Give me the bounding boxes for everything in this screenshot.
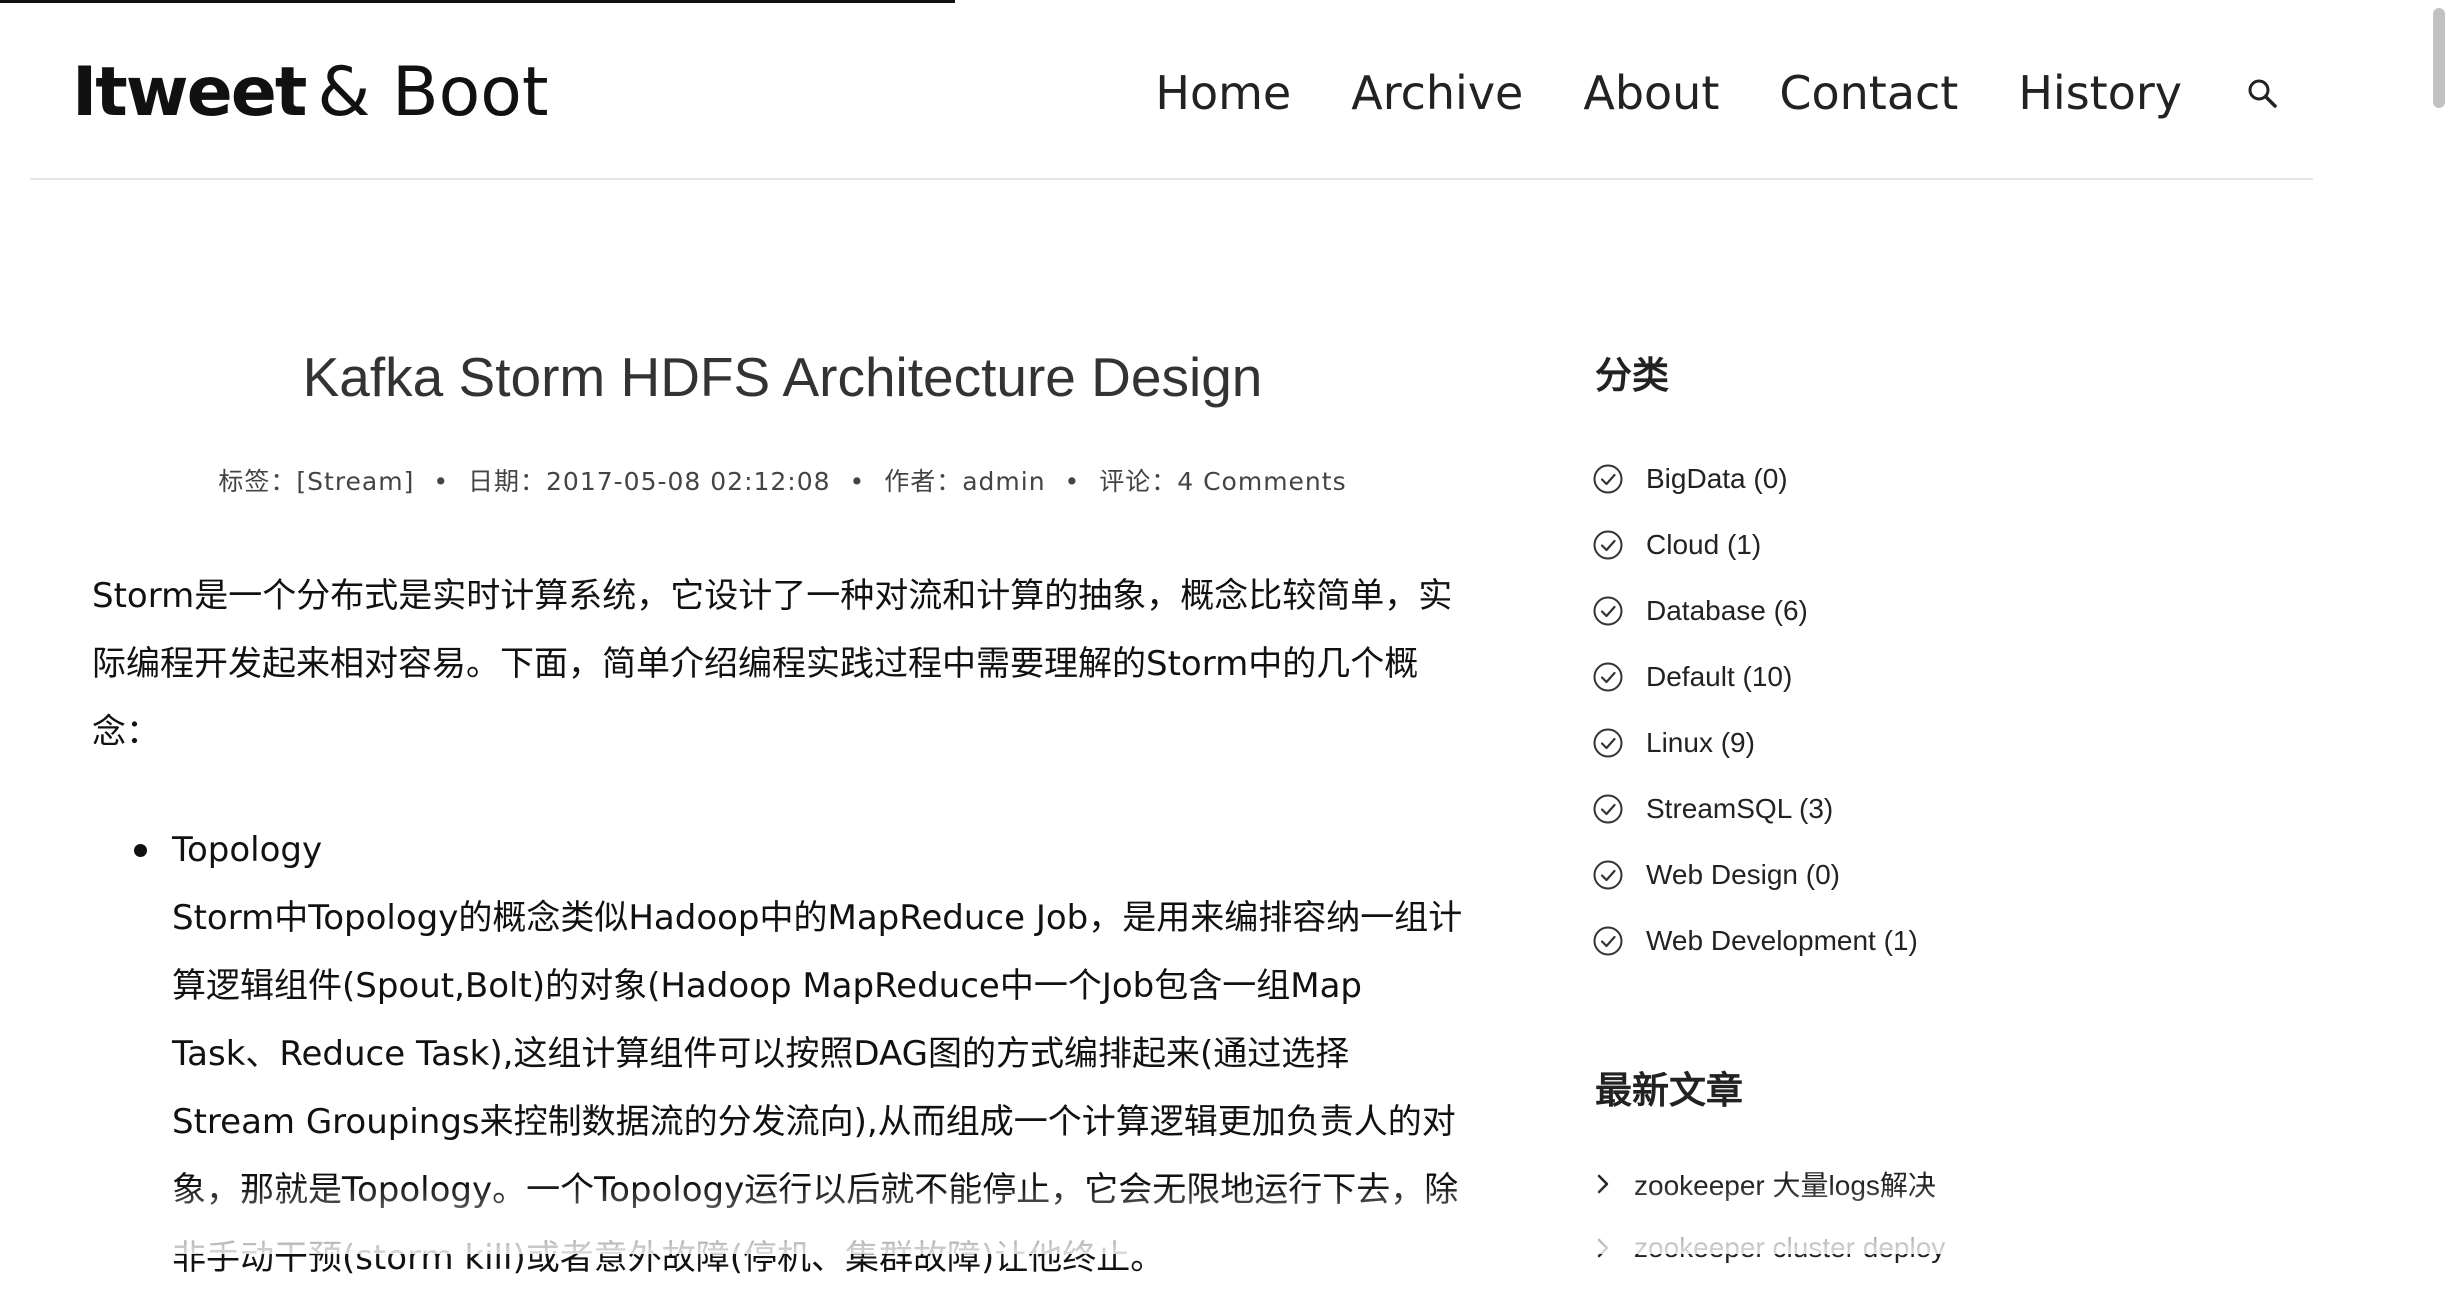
nav-home[interactable]: Home (1155, 66, 1291, 120)
meta-date-value: 2017-05-08 02:12:08 (546, 467, 831, 496)
category-item[interactable]: Default (10) (1592, 644, 1918, 710)
category-label[interactable]: Cloud (1) (1646, 529, 1761, 561)
category-item[interactable]: Web Design (0) (1592, 842, 1918, 908)
site-title-rest[interactable]: & Boot (317, 53, 548, 132)
check-circle-icon (1593, 860, 1623, 890)
meta-comments-label: 评论： (1099, 467, 1178, 496)
post-content: Storm是一个分布式是实时计算系统，它设计了一种对流和计算的抽象，概念比较简单… (92, 562, 1467, 1292)
post-intro-paragraph: Storm是一个分布式是实时计算系统，它设计了一种对流和计算的抽象，概念比较简单… (92, 576, 1453, 752)
page-scrollbar[interactable] (2428, 0, 2450, 1254)
recent-posts-widget-title: 最新文章 (1595, 1068, 1743, 1112)
category-label[interactable]: BigData (0) (1646, 463, 1788, 495)
recent-post-link[interactable]: zookeeper cluster deploy (1634, 1232, 1945, 1264)
chevron-right-icon (1597, 1238, 1609, 1258)
chevron-right-icon (1597, 1174, 1609, 1194)
category-item[interactable]: Database (6) (1592, 578, 1918, 644)
recent-post-item[interactable]: zookeeper 大量logs解决 (1592, 1152, 1945, 1216)
category-item[interactable]: Web Development (1) (1592, 908, 1918, 974)
nav-history[interactable]: History (2018, 66, 2182, 120)
check-circle-icon (1593, 794, 1623, 824)
recent-post-item[interactable]: zookeeper cluster deploy (1592, 1216, 1945, 1280)
nav-archive[interactable]: Archive (1351, 66, 1523, 120)
main-nav: Home Archive About Contact History (1155, 58, 2280, 128)
concept-description: Storm中Topology的概念类似Hadoop中的MapReduce Job… (172, 898, 1463, 1278)
nav-contact[interactable]: Contact (1779, 66, 1958, 120)
category-label[interactable]: Database (6) (1646, 595, 1808, 627)
check-circle-icon (1593, 530, 1623, 560)
meta-date-label: 日期： (468, 467, 547, 496)
meta-tags-label: 标签： (218, 467, 297, 496)
recent-posts-list: zookeeper 大量logs解决 zookeeper cluster dep… (1592, 1152, 1945, 1280)
concept-list: Topology Storm中Topology的概念类似Hadoop中的MapR… (92, 816, 1467, 1292)
nav-about[interactable]: About (1583, 66, 1719, 120)
check-circle-icon (1593, 926, 1623, 956)
meta-author-label: 作者： (884, 467, 963, 496)
meta-separator: • (433, 467, 450, 496)
check-circle-icon (1593, 596, 1623, 626)
post-meta: 标签：[Stream] • 日期：2017-05-08 02:12:08 • 作… (90, 462, 1475, 498)
scrollbar-thumb[interactable] (2433, 8, 2445, 108)
search-icon[interactable] (2244, 75, 2280, 111)
category-label[interactable]: StreamSQL (3) (1646, 793, 1833, 825)
check-circle-icon (1593, 464, 1623, 494)
meta-separator: • (849, 467, 866, 496)
meta-comments-link[interactable]: 4 Comments (1177, 467, 1346, 496)
category-item[interactable]: Linux (9) (1592, 710, 1918, 776)
site-title[interactable]: Itweet & Boot (72, 48, 549, 138)
check-circle-icon (1593, 728, 1623, 758)
category-label[interactable]: Web Design (0) (1646, 859, 1840, 891)
site-title-brand[interactable]: Itweet (72, 53, 307, 132)
header-divider (30, 178, 2313, 180)
category-label[interactable]: Default (10) (1646, 661, 1792, 693)
category-item[interactable]: BigData (0) (1592, 446, 1918, 512)
meta-tags-link[interactable]: [Stream] (296, 467, 414, 496)
category-item[interactable]: Cloud (1) (1592, 512, 1918, 578)
category-label[interactable]: Linux (9) (1646, 727, 1755, 759)
check-circle-icon (1593, 662, 1623, 692)
meta-separator: • (1064, 467, 1081, 496)
categories-widget-title: 分类 (1595, 353, 1669, 397)
category-label[interactable]: Web Development (1) (1646, 925, 1918, 957)
meta-author-link[interactable]: admin (962, 467, 1045, 496)
category-list: BigData (0) Cloud (1) Database (6) Defau… (1592, 446, 1918, 974)
post-title: Kafka Storm HDFS Architecture Design (302, 346, 1263, 408)
category-item[interactable]: StreamSQL (3) (1592, 776, 1918, 842)
concept-item: Topology Storm中Topology的概念类似Hadoop中的MapR… (134, 816, 1467, 1292)
concept-name: Topology (172, 830, 323, 870)
reading-progress-bar (0, 0, 955, 3)
recent-post-link[interactable]: zookeeper 大量logs解决 (1634, 1164, 1936, 1204)
